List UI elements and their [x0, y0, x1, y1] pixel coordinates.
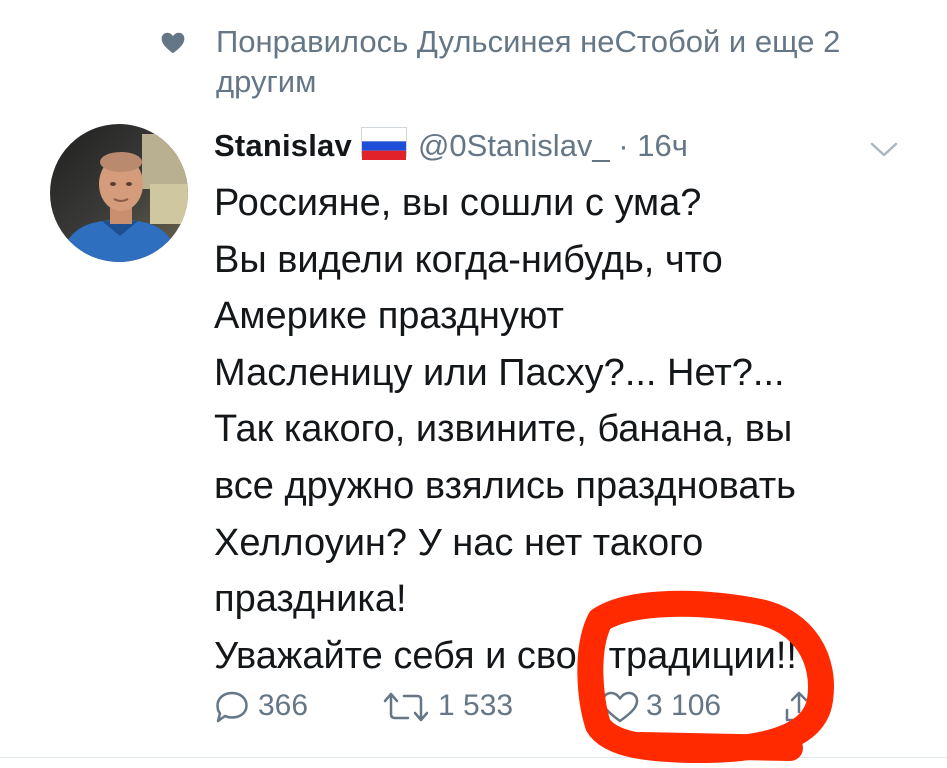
- tweet-text: Россияне, вы сошли с ума? Вы видели когд…: [214, 182, 797, 677]
- reply-count: 366: [258, 689, 309, 722]
- divider: [0, 757, 947, 758]
- avatar[interactable]: [50, 124, 188, 262]
- russian-flag-icon: [361, 128, 406, 160]
- like-count: 3 106: [646, 689, 722, 722]
- heart-icon: [161, 32, 185, 54]
- chevron-down-icon[interactable]: [866, 138, 902, 162]
- retweet-icon: [383, 692, 429, 722]
- time-separator: ·: [609, 128, 638, 163]
- avatar-photo: [50, 124, 188, 262]
- social-context-text: Понравилось Дульсинея неСтобой и еще 2 д…: [216, 24, 841, 99]
- heart-outline-icon: [601, 691, 639, 723]
- tweet-actions: 366 1 533 3 106: [214, 684, 914, 728]
- tweet-header: Stanislav @0Stanislav_ · 16ч: [214, 124, 914, 168]
- share-icon: [785, 691, 813, 722]
- author-name[interactable]: Stanislav: [214, 128, 352, 163]
- tweet-time[interactable]: 16ч: [637, 128, 688, 163]
- reply-icon: [216, 691, 248, 723]
- retweet-count: 1 533: [438, 689, 514, 722]
- author-handle[interactable]: @0Stanislav_: [418, 128, 610, 163]
